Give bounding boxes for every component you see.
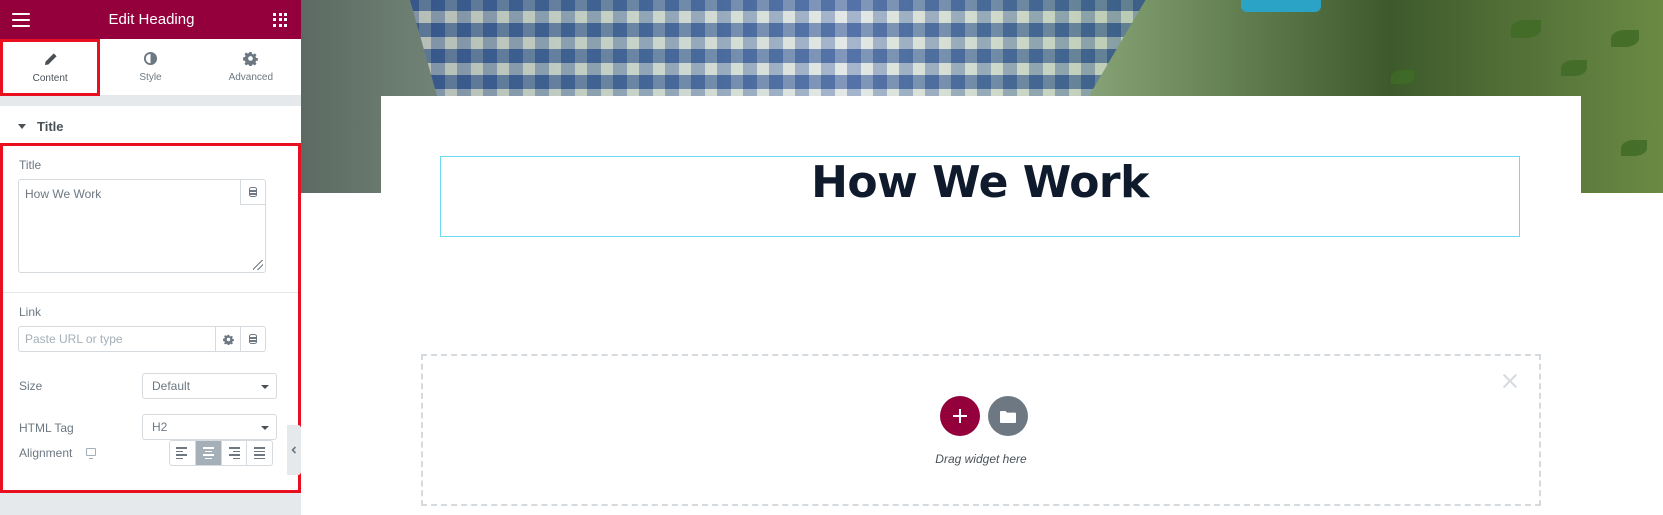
link-options-button[interactable] <box>215 327 240 351</box>
widgets-grid-icon[interactable] <box>273 12 287 27</box>
html-tag-select-value: H2 <box>152 420 168 434</box>
gear-icon <box>243 51 259 66</box>
collapse-panel-button[interactable] <box>287 425 301 475</box>
watering-can-shape <box>1241 0 1321 12</box>
html-tag-select[interactable]: H2 <box>142 414 277 440</box>
size-select-value: Default <box>152 379 191 393</box>
database-icon <box>249 187 257 197</box>
desktop-responsive-icon[interactable] <box>86 448 96 459</box>
chevron-down-icon <box>261 426 269 430</box>
close-icon[interactable] <box>1501 372 1519 390</box>
link-dynamic-tags-button[interactable] <box>240 327 265 351</box>
controls-group: Title How We Work Link Size Default HTML… <box>0 143 301 493</box>
leaf-shape <box>1391 70 1415 84</box>
leaf-shape <box>1621 140 1647 156</box>
chevron-down-icon <box>261 385 269 389</box>
divider <box>3 292 298 293</box>
chevron-left-icon <box>291 446 297 454</box>
title-textarea-value: How We Work <box>25 187 102 201</box>
align-justify-button[interactable] <box>246 441 272 465</box>
section-title: Title <box>37 119 64 134</box>
align-left-button[interactable] <box>170 441 195 465</box>
content-section: How We Work Drag widget here <box>381 96 1581 515</box>
align-center-button[interactable] <box>194 441 221 465</box>
link-label: Link <box>19 305 42 319</box>
title-label: Title <box>19 158 42 172</box>
tab-content[interactable]: Content <box>0 39 101 96</box>
link-input[interactable] <box>19 327 215 351</box>
pencil-icon <box>44 52 57 65</box>
html-tag-label: HTML Tag <box>19 421 74 435</box>
alignment-choices <box>169 440 273 466</box>
add-section-button[interactable] <box>940 396 980 436</box>
tab-advanced[interactable]: Advanced <box>201 39 301 95</box>
leaf-shape <box>1511 20 1541 38</box>
gear-icon <box>222 334 234 345</box>
size-select[interactable]: Default <box>142 373 277 399</box>
editor-panel: Edit Heading Content Style Advanced Titl… <box>0 0 301 515</box>
tab-style[interactable]: Style <box>100 39 200 95</box>
heading-widget[interactable]: How We Work <box>440 156 1520 237</box>
dynamic-tags-button[interactable] <box>240 180 265 205</box>
folder-icon <box>1000 410 1016 423</box>
half-circle-icon <box>143 51 158 66</box>
drag-widget-hint: Drag widget here <box>935 452 1027 466</box>
resize-handle-icon[interactable] <box>253 260 263 270</box>
database-icon <box>249 334 257 344</box>
section-toggle-title[interactable]: Title <box>0 106 301 148</box>
align-right-button[interactable] <box>220 441 247 465</box>
leaf-shape <box>1561 60 1587 76</box>
size-label: Size <box>19 379 43 393</box>
title-textarea[interactable]: How We Work <box>18 179 266 273</box>
empty-dropzone[interactable]: Drag widget here <box>421 354 1541 506</box>
panel-title: Edit Heading <box>108 11 195 28</box>
caret-down-icon <box>18 124 26 129</box>
tab-style-label: Style <box>139 72 162 83</box>
preview-canvas: How We Work Drag widget here <box>301 0 1663 515</box>
menu-icon[interactable] <box>12 12 30 27</box>
leaf-shape <box>1611 30 1639 47</box>
link-field <box>18 326 266 352</box>
add-template-button[interactable] <box>988 396 1028 436</box>
page-heading: How We Work <box>811 157 1149 208</box>
panel-header: Edit Heading <box>0 0 301 39</box>
tab-advanced-label: Advanced <box>228 72 274 83</box>
alignment-label: Alignment <box>19 446 73 460</box>
panel-tabs: Content Style Advanced <box>0 39 301 96</box>
tab-content-label: Content <box>32 72 68 84</box>
